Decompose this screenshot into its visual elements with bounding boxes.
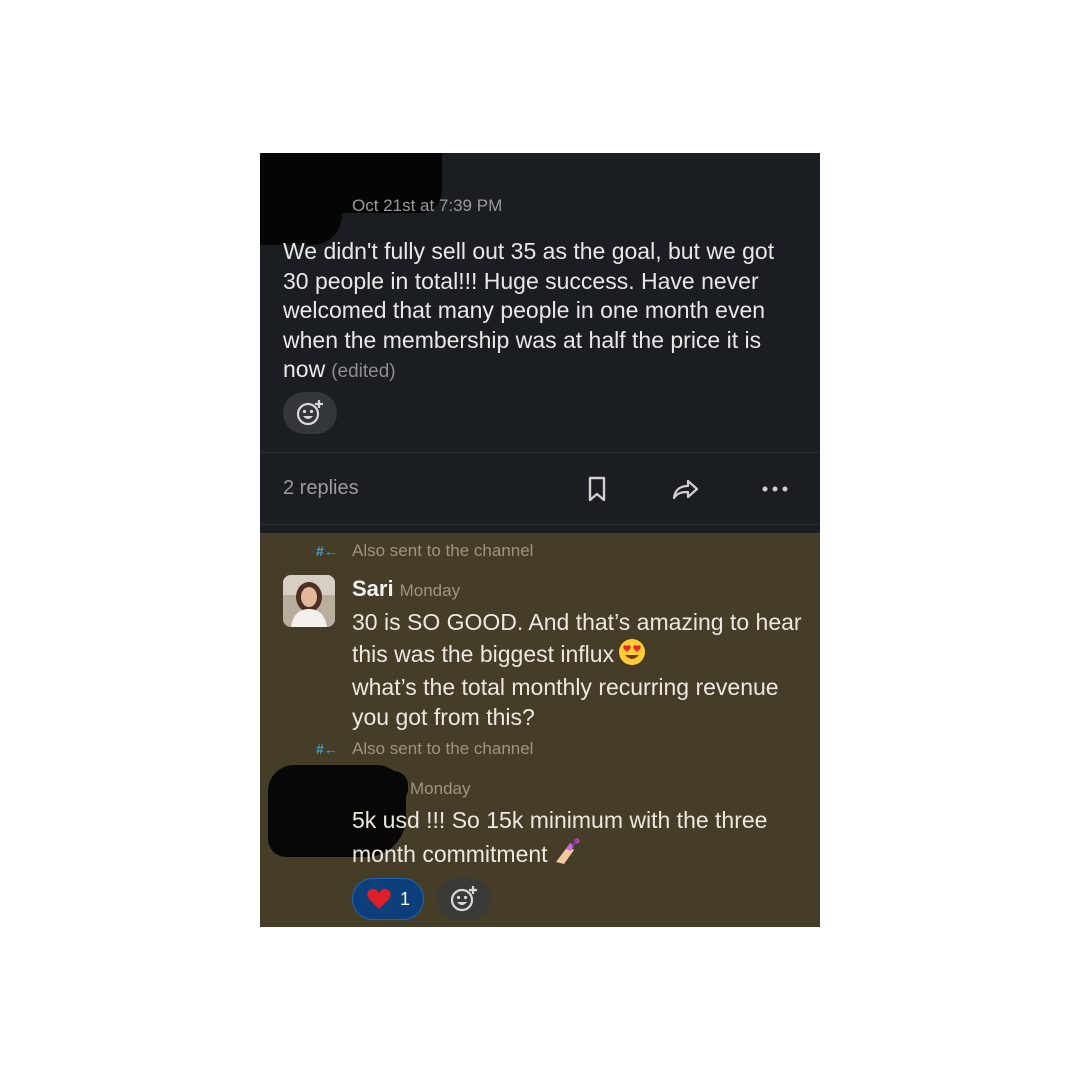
channel-hash-icon: #← xyxy=(316,741,338,757)
author-name[interactable]: Sari xyxy=(352,576,394,601)
replies-count[interactable]: 2 replies xyxy=(283,477,359,500)
reaction-heart[interactable]: 1 xyxy=(352,878,424,920)
channel-hash-icon: #← xyxy=(316,543,338,559)
avatar[interactable] xyxy=(283,575,335,627)
add-reaction-button[interactable] xyxy=(283,392,337,434)
more-actions-button[interactable] xyxy=(761,475,789,503)
thread-action-bar: 2 replies xyxy=(260,453,820,525)
edited-label: (edited) xyxy=(331,361,396,382)
parent-message: Oct 21st at 7:39 PM We didn't fully sell… xyxy=(260,153,820,453)
parent-message-text: We didn't fully sell out 35 as the goal,… xyxy=(283,237,793,387)
more-icon xyxy=(762,486,788,492)
slack-thread-screen: Oct 21st at 7:39 PM We didn't fully sell… xyxy=(260,153,820,927)
thread-replies: #← Also sent to the channel Sari Monday 3… xyxy=(260,533,820,927)
message-text: 30 is SO GOOD. And that’s amazing to hea… xyxy=(352,608,802,732)
add-reaction-icon xyxy=(296,400,323,426)
message-body-continued: what’s the total monthly recurring reven… xyxy=(352,674,779,730)
share-icon xyxy=(672,479,699,500)
add-reaction-icon xyxy=(450,886,477,912)
reaction-count: 1 xyxy=(399,888,410,909)
parent-timestamp[interactable]: Oct 21st at 7:39 PM xyxy=(352,196,502,216)
message-text: 5k usd !!! So 15k minimum with the three… xyxy=(352,806,802,873)
message-time[interactable]: Monday xyxy=(410,779,470,799)
also-sent-label: Also sent to the channel xyxy=(352,739,534,758)
nail-polish-emoji-icon xyxy=(552,836,582,874)
also-sent-to-channel[interactable]: #← Also sent to the channel xyxy=(316,541,533,561)
message-author[interactable]: Sari Monday xyxy=(352,576,460,602)
divider xyxy=(260,524,820,525)
heart-icon xyxy=(367,888,391,909)
bookmark-icon xyxy=(588,476,606,502)
add-reaction-button[interactable] xyxy=(437,878,491,920)
avatar-photo xyxy=(283,575,335,627)
message-body: 30 is SO GOOD. And that’s amazing to hea… xyxy=(352,609,802,667)
heart-eyes-emoji-icon xyxy=(618,638,646,674)
also-sent-label: Also sent to the channel xyxy=(352,541,534,560)
share-button[interactable] xyxy=(671,475,699,503)
also-sent-to-channel[interactable]: #← Also sent to the channel xyxy=(316,739,533,759)
message-time[interactable]: Monday xyxy=(400,581,460,600)
bookmark-button[interactable] xyxy=(583,475,611,503)
